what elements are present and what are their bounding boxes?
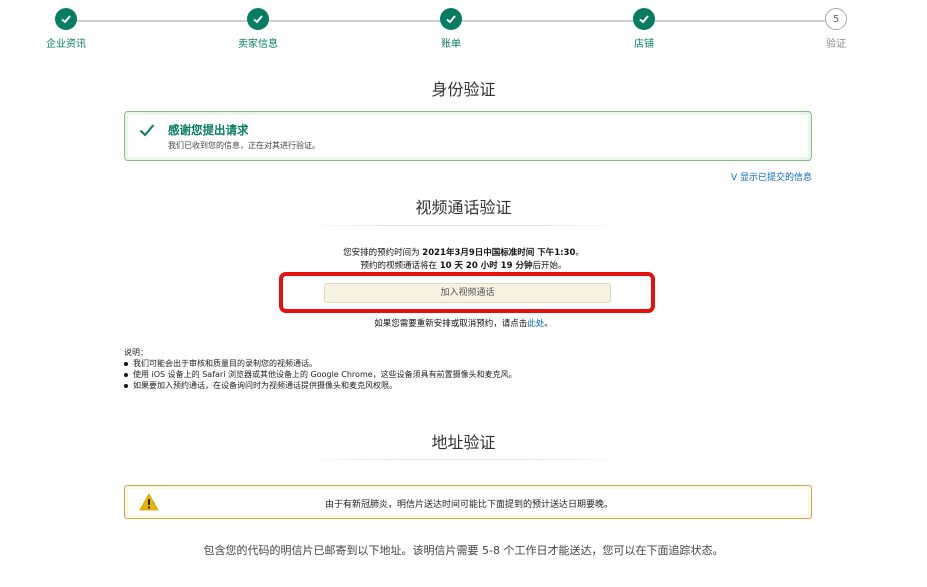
postcard-info: 包含您的代码的明信片已邮寄到以下地址。该明信片需要 5-8 个工作日才能送达，您… xyxy=(203,544,724,557)
check-icon xyxy=(440,8,462,30)
appointment-datetime: 2021年3月9日中国标准时间 下午1:30 xyxy=(422,248,576,258)
step-verification: 5 验证 xyxy=(781,8,891,50)
notes-heading: 说明： xyxy=(124,348,148,357)
warning-alert: 由于有新冠肺炎，明信片送达时间可能比下面提到的预计送达日期要晚。 xyxy=(124,485,812,519)
step-label: 验证 xyxy=(826,39,846,50)
note-item: 我们可能会出于审核和质量目的录制您的视频通话。 xyxy=(124,358,517,369)
notes-list: 我们可能会出于审核和质量目的录制您的视频通话。 使用 iOS 设备上的 Safa… xyxy=(124,358,517,391)
warning-text: 由于有新冠肺炎，明信片送达时间可能比下面提到的预计送达日期要晚。 xyxy=(324,500,613,510)
section-divider xyxy=(300,459,630,460)
section-divider xyxy=(300,225,630,226)
step-company-info[interactable]: 企业资讯 xyxy=(11,8,121,50)
countdown-prefix: 预约的视频通话将在 xyxy=(360,261,440,271)
appointment-suffix: 。 xyxy=(575,248,584,258)
success-title: 感谢您提出请求 xyxy=(168,123,249,137)
appointment-time: 您安排的预约时间为 2021年3月9日中国标准时间 下午1:30。 xyxy=(0,246,927,258)
step-label: 企业资讯 xyxy=(46,39,86,50)
step-label: 店铺 xyxy=(634,39,654,50)
success-alert: 感谢您提出请求 我们已收到您的信息，正在对其进行验证。 xyxy=(124,111,812,161)
note-item: 使用 iOS 设备上的 Safari 浏览器或其他设备上的 Google Chr… xyxy=(124,369,517,380)
step-store[interactable]: 店铺 xyxy=(589,8,699,50)
video-verification-title: 视频通话验证 xyxy=(415,198,512,217)
join-video-call-button[interactable]: 加入视频通话 xyxy=(324,283,611,303)
check-icon xyxy=(633,8,655,30)
note-item: 如果要加入预约通话，在设备询问时为视频通话提供摄像头和麦克风权限。 xyxy=(124,380,517,391)
appointment-prefix: 您安排的预约时间为 xyxy=(343,248,423,258)
reschedule-link[interactable]: 此处 xyxy=(527,319,544,329)
reschedule-prefix: 如果您需要重新安排或取消预约，请点击 xyxy=(374,319,528,329)
check-icon xyxy=(55,8,77,30)
appointment-countdown: 预约的视频通话将在 10 天 20 小时 19 分钟后开始。 xyxy=(0,259,927,271)
checkmark-icon xyxy=(139,122,155,141)
step-seller-info[interactable]: 卖家信息 xyxy=(203,8,313,50)
reschedule-text: 如果您需要重新安排或取消预约，请点击此处。 xyxy=(0,317,927,329)
step-label: 卖家信息 xyxy=(238,39,278,50)
step-billing[interactable]: 账单 xyxy=(396,8,506,50)
countdown-suffix: 后开始。 xyxy=(532,261,567,271)
progress-stepper: 企业资讯 卖家信息 账单 店铺 5 验证 xyxy=(0,0,927,56)
check-icon xyxy=(247,8,269,30)
notes-section: 说明： 我们可能会出于审核和质量目的录制您的视频通话。 使用 iOS 设备上的 … xyxy=(124,347,517,391)
success-description: 我们已收到您的信息，正在对其进行验证。 xyxy=(168,141,320,150)
address-verification-title: 地址验证 xyxy=(431,433,496,452)
reschedule-suffix: 。 xyxy=(544,319,553,329)
show-submitted-info-link[interactable]: V 显示已提交的信息 xyxy=(731,170,812,183)
countdown-value: 10 天 20 小时 19 分钟 xyxy=(439,261,533,271)
step-number: 5 xyxy=(825,8,847,30)
identity-verification-title: 身份验证 xyxy=(431,80,496,99)
step-label: 账单 xyxy=(441,39,461,50)
